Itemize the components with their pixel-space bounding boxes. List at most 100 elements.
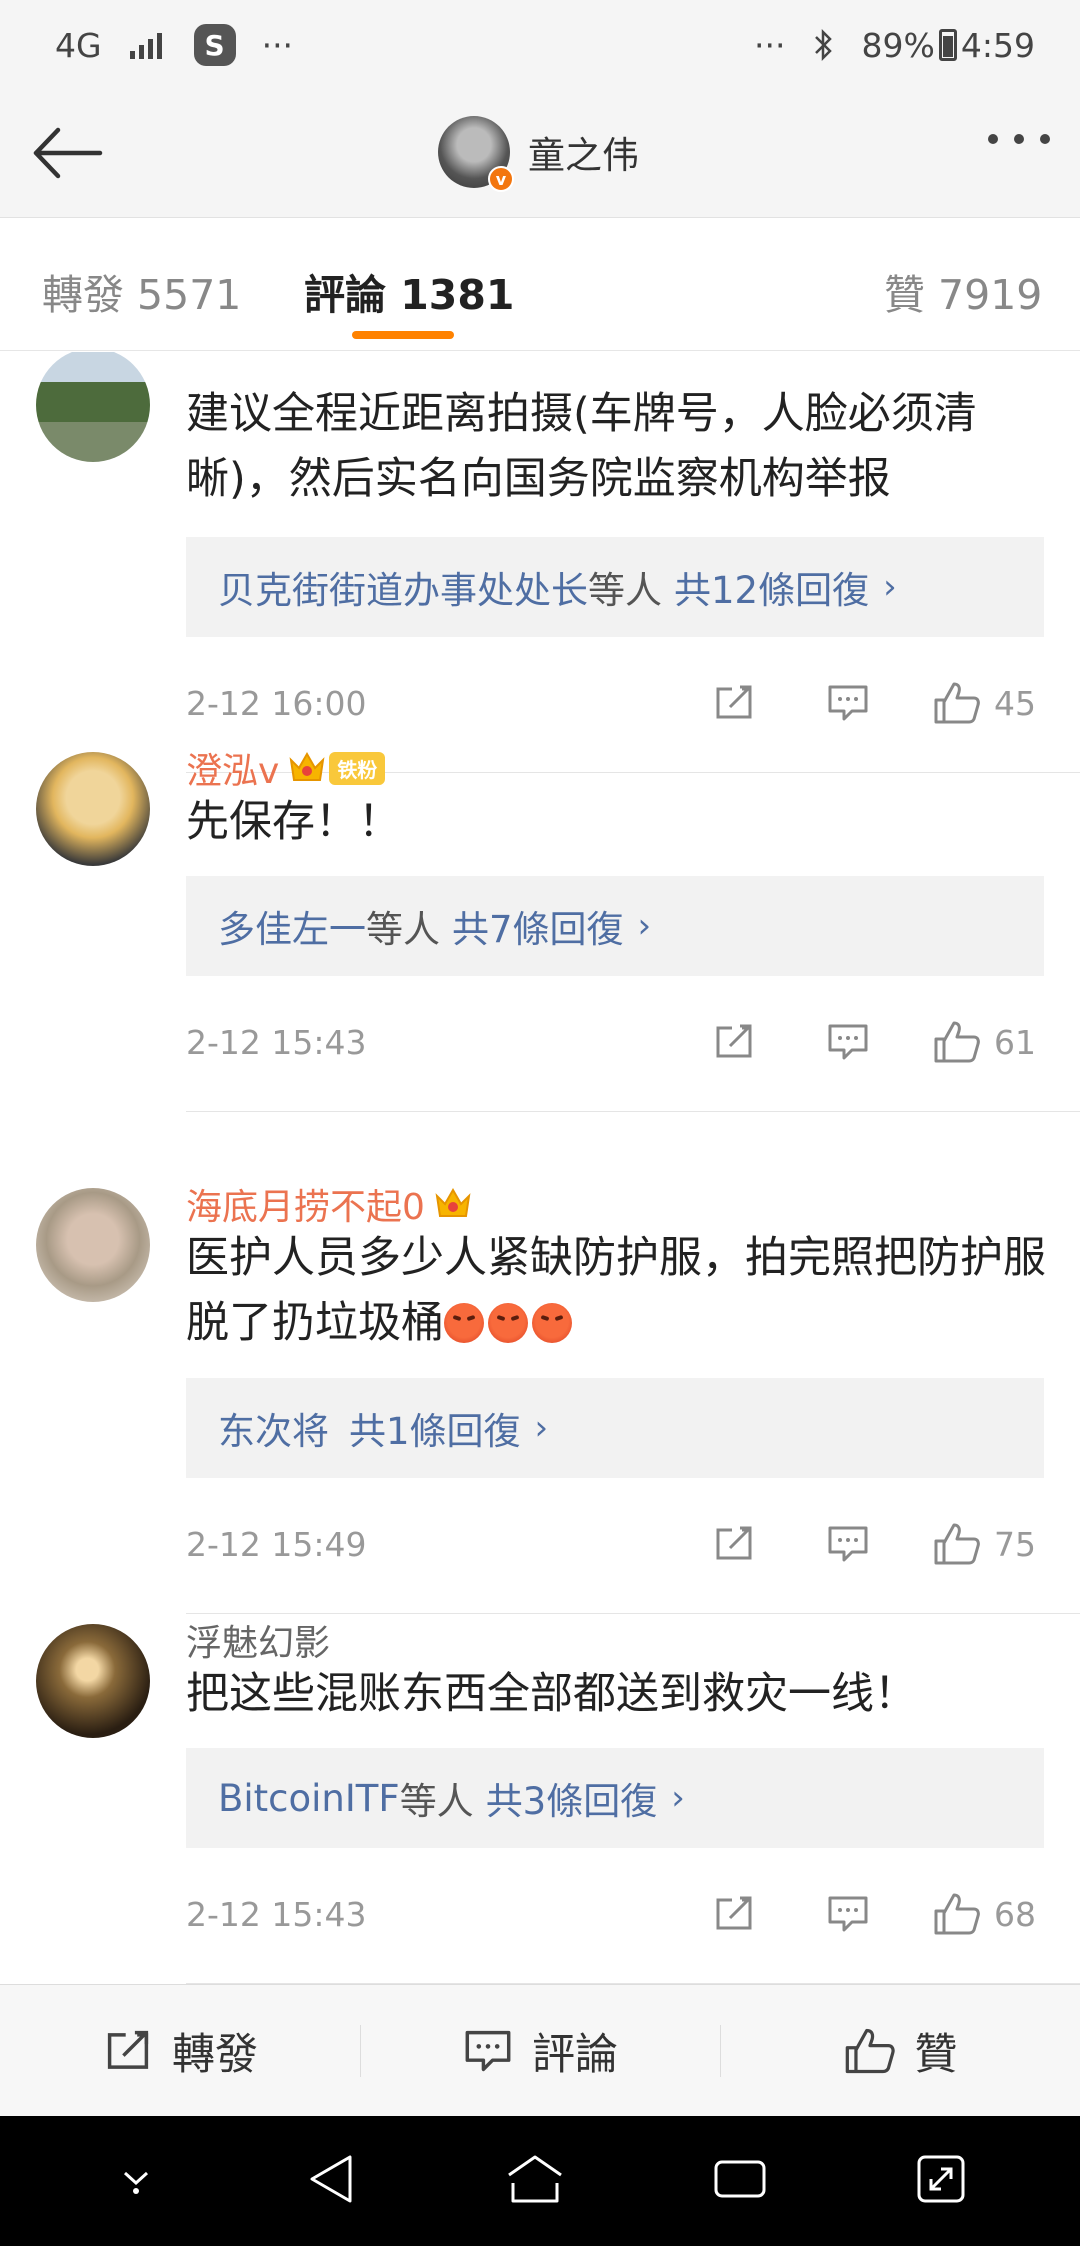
- app-notification-icon: S: [193, 24, 236, 66]
- commenter-name-text: 海底月捞不起0: [186, 1187, 425, 1228]
- reply-button[interactable]: [826, 683, 870, 723]
- nav-back-button[interactable]: [304, 2151, 360, 2211]
- thumbs-up-icon: [934, 1893, 980, 1935]
- commenter-name[interactable]: 浮魅幻影: [186, 1614, 330, 1666]
- comment-actions: 75: [712, 1514, 1036, 1574]
- nav-dropdown-button[interactable]: [111, 2159, 161, 2203]
- comment-meta: 2-12 16:00 45: [186, 673, 1046, 733]
- nav-home-button[interactable]: [503, 2151, 567, 2211]
- thumbs-up-icon: [934, 1021, 980, 1063]
- chevron-right-icon: ›: [671, 1778, 685, 1818]
- commenter-name[interactable]: 海底月捞不起0: [186, 1178, 473, 1230]
- thumbs-up-icon: [934, 682, 980, 724]
- comment-label: 評論: [532, 2029, 618, 2080]
- thumbs-up-icon: [934, 1523, 980, 1565]
- reply-button[interactable]: [826, 1022, 870, 1062]
- tab-likes[interactable]: 贊 7919: [884, 261, 1042, 321]
- replies-link[interactable]: 东次将 共1條回復 ›: [186, 1378, 1044, 1478]
- comment-time: 2-12 15:43: [186, 1022, 367, 1062]
- fan-badge: 铁粉: [329, 751, 386, 785]
- expand-icon: [917, 2155, 965, 2203]
- share-button[interactable]: [712, 1022, 756, 1062]
- commenter-name[interactable]: 童之伟: [186, 1974, 294, 1984]
- battery-icon: [938, 29, 957, 61]
- replies-link[interactable]: BitcoinITF 等人 共3條回復 ›: [186, 1748, 1044, 1848]
- comment-actions: 68: [712, 1884, 1036, 1944]
- reply-button[interactable]: [826, 1524, 870, 1564]
- commenter-name[interactable]: 澄泓v 铁粉: [186, 742, 386, 794]
- comment-text: 医护人员多少人紧缺防护服，拍完照把防护服脱了扔垃圾桶: [186, 1226, 1046, 1356]
- share-icon: [716, 1896, 752, 1930]
- reply-users: 贝克街街道办事处处长: [218, 569, 588, 612]
- comment-icon: [828, 1526, 868, 1562]
- like-button[interactable]: 68: [932, 1891, 1036, 1937]
- nav-expand-button[interactable]: [913, 2151, 969, 2211]
- comment-list[interactable]: 建议全程近距离拍摄(车牌号，人脸必须清晰)，然后实名向国务院监察机构举报 贝克街…: [0, 352, 1080, 1984]
- nav-recents-button[interactable]: [710, 2154, 770, 2208]
- commenter-avatar[interactable]: [36, 1624, 150, 1738]
- commenter-avatar[interactable]: [36, 752, 150, 866]
- angry-emoji-icon: [488, 1303, 528, 1343]
- share-button[interactable]: [712, 683, 756, 723]
- share-button[interactable]: [712, 1524, 756, 1564]
- comment-time: 2-12 16:00: [186, 683, 367, 723]
- angry-emoji-icon: [532, 1303, 572, 1343]
- comment-text-body: 医护人员多少人紧缺防护服，拍完照把防护服脱了扔垃圾桶: [186, 1233, 1046, 1348]
- comment-meta: 2-12 15:49 75: [186, 1514, 1046, 1574]
- angry-emoji-icon: [444, 1303, 484, 1343]
- recents-icon: [714, 2160, 766, 2198]
- reply-users: 多佳左一: [218, 908, 366, 951]
- author-avatar[interactable]: v: [438, 116, 514, 192]
- commenter-avatar[interactable]: [36, 1188, 150, 1302]
- tab-indicator: [352, 331, 454, 339]
- like-button[interactable]: 75: [932, 1521, 1036, 1567]
- share-icon: [716, 1526, 752, 1560]
- like-count: 68: [994, 1894, 1036, 1934]
- like-button[interactable]: 45: [932, 680, 1036, 726]
- back-arrow-icon: [33, 127, 103, 179]
- share-icon: [716, 1024, 752, 1058]
- bluetooth-icon: [814, 28, 832, 62]
- comment-button[interactable]: 評論: [360, 1985, 720, 2116]
- bottom-action-bar: 轉發 評論 贊: [0, 1984, 1080, 2116]
- more-options-button[interactable]: [988, 134, 1050, 144]
- top-header: v 童之伟: [0, 90, 1080, 218]
- replies-link[interactable]: 贝克街街道办事处处长 等人 共12條回復 ›: [186, 537, 1044, 637]
- chevron-down-icon: [124, 2171, 149, 2194]
- divider: [186, 1111, 1080, 1112]
- repost-button[interactable]: 轉發: [0, 1985, 360, 2116]
- comment-actions: 61: [712, 1012, 1036, 1072]
- vip-crown-icon: [287, 750, 327, 786]
- comment-meta: 2-12 15:43 68: [186, 1884, 1046, 1944]
- share-icon: [716, 685, 752, 719]
- clock: 4:59: [960, 25, 1035, 65]
- home-icon: [508, 2155, 562, 2203]
- status-dots: ···: [754, 25, 786, 65]
- commenter-avatar[interactable]: [36, 352, 150, 462]
- tab-comments[interactable]: 評論 1381: [304, 261, 514, 321]
- page-title: 童之伟: [528, 134, 639, 177]
- system-nav-bar: [0, 2116, 1080, 2246]
- replies-link[interactable]: 多佳左一 等人 共7條回復 ›: [186, 876, 1044, 976]
- reply-button[interactable]: [826, 1894, 870, 1934]
- comment-meta: 2-12 15:43 61: [186, 1012, 1046, 1072]
- reply-users: 东次将: [218, 1410, 329, 1453]
- share-icon: [107, 2030, 149, 2069]
- like-button[interactable]: 61: [932, 1019, 1036, 1065]
- like-post-button[interactable]: 贊: [720, 1985, 1080, 2116]
- profile-title[interactable]: v 童之伟: [438, 116, 639, 192]
- tab-reposts[interactable]: 轉發 5571: [42, 261, 241, 321]
- comment-time: 2-12 15:43: [186, 1894, 367, 1934]
- back-button[interactable]: [28, 118, 108, 188]
- share-button[interactable]: [712, 1894, 756, 1934]
- reply-suffix: 等人: [366, 908, 440, 951]
- comment-text: 把这些混账东西全部都送到救灾一线！: [186, 1669, 917, 1719]
- vip-crown-icon: [433, 1186, 473, 1222]
- signal-icon: [129, 33, 162, 59]
- tab-bar: 轉發 5571 評論 1381 贊 7919: [0, 219, 1080, 351]
- like-count: 61: [994, 1022, 1036, 1062]
- like-count: 75: [994, 1524, 1036, 1564]
- verified-icon: v: [488, 166, 514, 192]
- comment-text: 建议全程近距离拍摄(车牌号，人脸必须清晰)，然后实名向国务院监察机构举报: [186, 389, 977, 504]
- more-dot-icon: [988, 134, 998, 144]
